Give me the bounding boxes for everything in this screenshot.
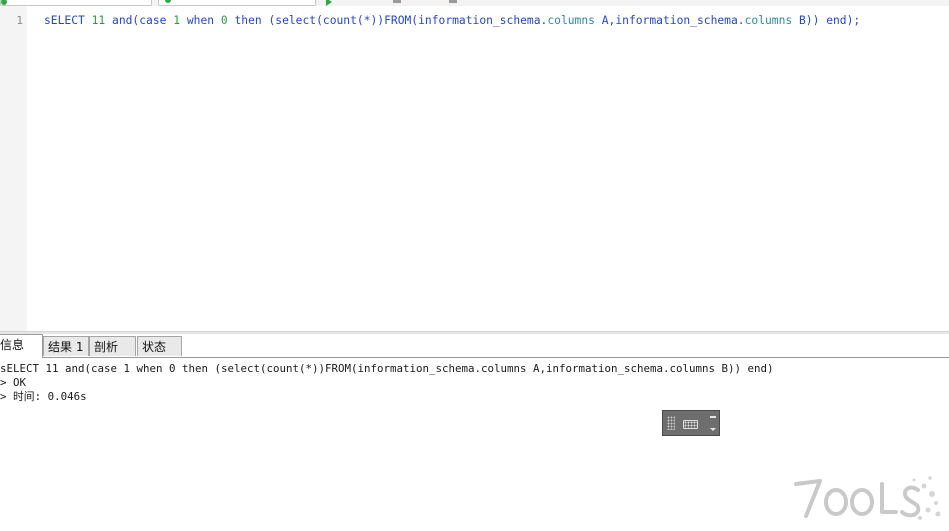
message-status: > OK	[0, 376, 27, 389]
line-number: 1	[16, 14, 23, 27]
watermark-logo	[794, 476, 941, 520]
explain-icon[interactable]	[449, 0, 457, 3]
code-token: columns	[744, 14, 793, 27]
sql-editor-window: 1 sELECT 11 and(case 1 when 0 then (sele…	[0, 0, 949, 531]
code-token: A,information_schema.	[594, 14, 745, 27]
line-gutter: 1	[0, 6, 27, 331]
message-pane[interactable]: sELECT 11 and(case 1 when 0 then (select…	[0, 362, 949, 404]
code-token: 11	[91, 14, 106, 27]
dropdown-arrow-icon[interactable]	[710, 428, 716, 431]
code-token: columns	[547, 14, 595, 27]
code-token: 0	[220, 14, 228, 27]
connection-icon	[1, 0, 7, 5]
message-query: sELECT 11 and(case 1 when 0 then (select…	[0, 362, 774, 375]
query-editor[interactable]: 1 sELECT 11 and(case 1 when 0 then (sele…	[0, 6, 949, 331]
minimize-icon[interactable]	[710, 416, 716, 418]
tab-info[interactable]: 信息	[0, 334, 43, 358]
code-token: sELECT	[44, 14, 92, 27]
result-tabs: 信息 结果 1 剖析 状态	[0, 334, 949, 358]
stop-icon[interactable]	[393, 0, 401, 3]
ime-toolbar[interactable]	[662, 410, 720, 436]
keyboard-icon[interactable]	[683, 420, 698, 429]
code-token: when	[180, 14, 221, 27]
code-token: then (select(count(*))FROM(information_s…	[227, 14, 548, 27]
tab-status[interactable]: 状态	[137, 336, 182, 356]
message-time: > 时间: 0.046s	[0, 390, 87, 403]
code-token: B)) end);	[792, 14, 861, 27]
code-line[interactable]: sELECT 11 and(case 1 when 0 then (select…	[44, 14, 860, 28]
tab-result-1[interactable]: 结果 1	[43, 336, 89, 356]
database-icon	[165, 0, 171, 3]
tab-profile[interactable]: 剖析	[89, 336, 136, 356]
ime-grip-icon[interactable]	[667, 416, 675, 430]
code-token: and(case	[105, 14, 174, 27]
